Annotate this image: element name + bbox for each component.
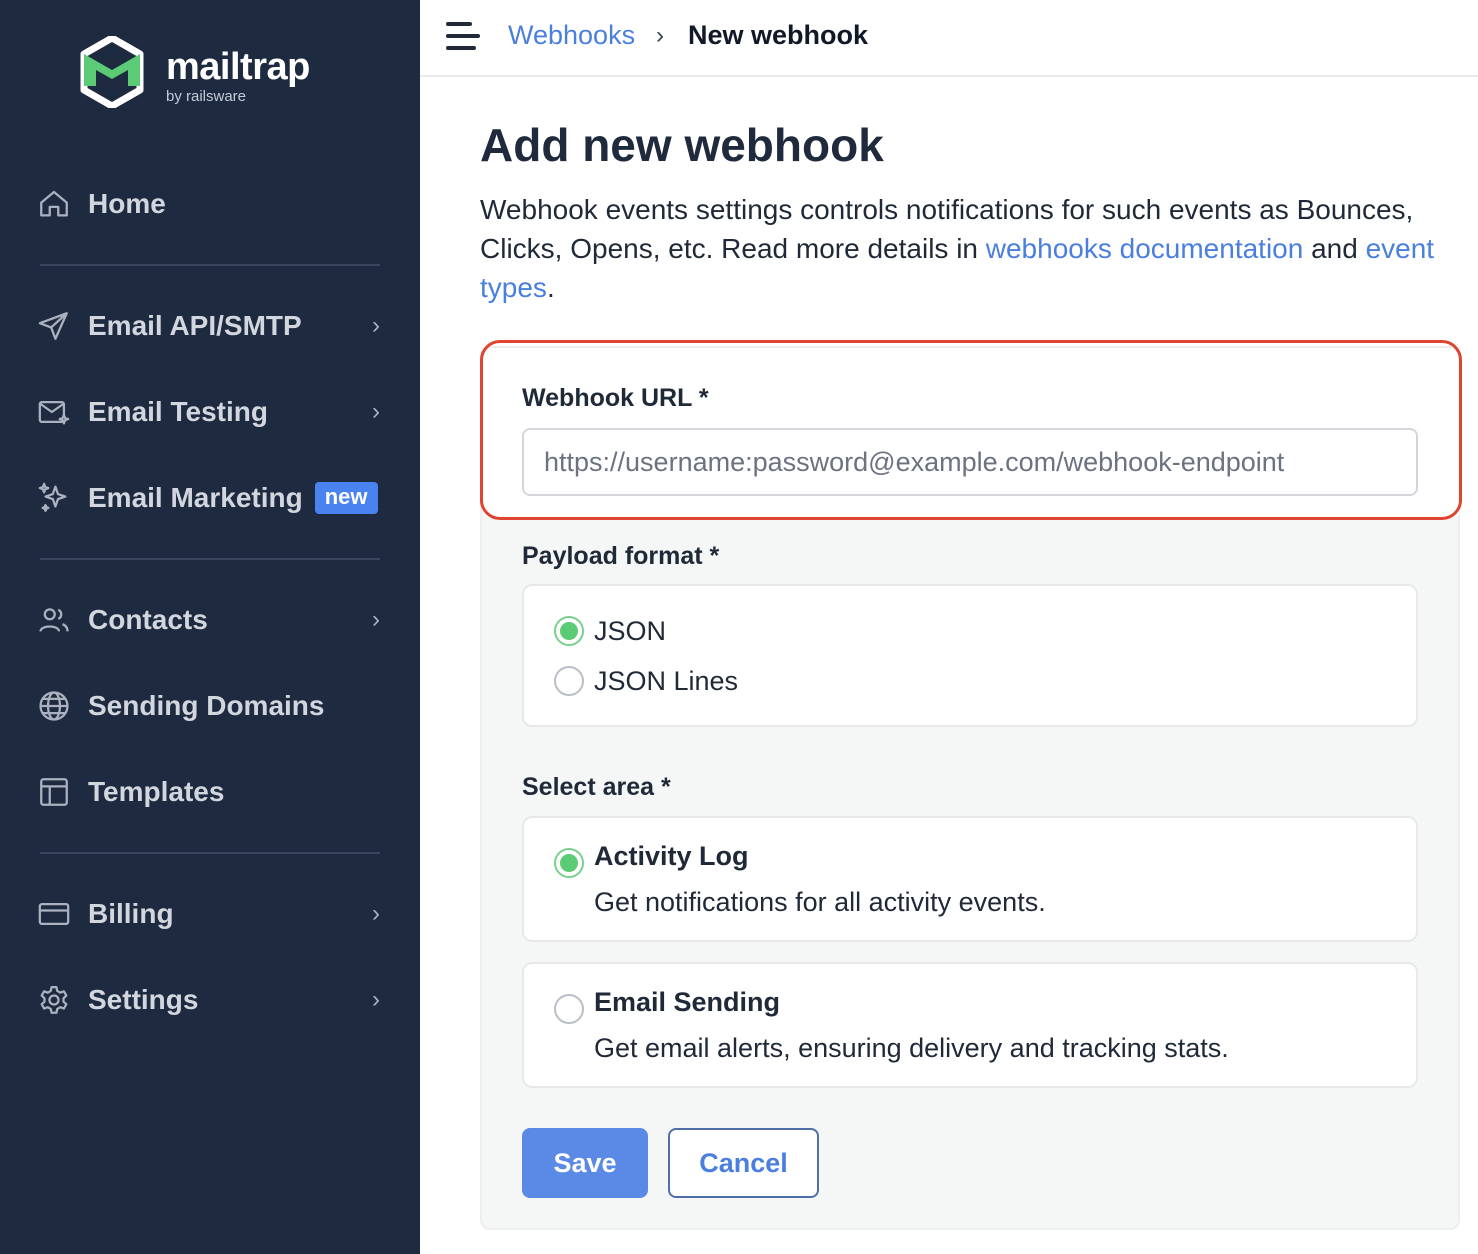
page-title: Add new webhook [480,119,884,171]
mailtrap-logo[interactable]: mailtrap by railsware [80,36,310,108]
webhook-url-input[interactable] [522,428,1418,496]
area-email-sending-description: Get email alerts, ensuring delivery and … [594,1033,1229,1063]
sidebar-item-email-testing[interactable]: Email Testing › [36,384,384,440]
cancel-button[interactable]: Cancel [668,1128,819,1198]
sidebar-item-label: Home [88,188,166,219]
brand-byline: by railsware [166,88,247,105]
sidebar-item-label: Sending Domains [88,690,325,721]
sidebar-item-contacts[interactable]: Contacts › [36,592,384,648]
template-icon [36,774,72,810]
webhook-url-label: Webhook URL * [522,384,709,412]
area-option-activity-log[interactable] [522,816,1418,942]
globe-icon [36,688,72,724]
payload-format-label: Payload format * [522,542,720,570]
sidebar: mailtrap by railsware Home Email API/SMT… [0,0,420,1254]
save-button[interactable]: Save [522,1128,648,1198]
sidebar-divider [40,852,380,854]
sidebar-item-billing[interactable]: Billing › [36,886,384,942]
envelope-sparkle-icon [36,394,72,430]
payload-json-radio[interactable] [554,616,584,646]
intro-text-part: and [1303,233,1366,264]
sidebar-item-templates[interactable]: Templates [36,764,384,820]
area-activity-log-radio[interactable] [554,848,584,878]
sidebar-divider [40,558,380,560]
home-icon [36,186,72,222]
mailtrap-logo-icon [80,36,144,108]
payload-format-group [522,584,1418,727]
select-area-label: Select area * [522,773,671,801]
gear-icon [36,982,72,1018]
sidebar-item-label: Email API/SMTP [88,310,302,341]
area-email-sending-title: Email Sending [594,987,781,1017]
chevron-right-icon: › [372,900,380,927]
payload-json-lines-label[interactable]: JSON Lines [594,666,738,697]
area-activity-log-description: Get notifications for all activity event… [594,887,1046,917]
sidebar-divider [40,264,380,266]
payload-json-lines-radio[interactable] [554,666,584,696]
send-icon [36,308,72,344]
users-icon [36,602,72,638]
sidebar-item-label: Templates [88,776,225,807]
brand-name: mailtrap [166,46,310,88]
breadcrumb-webhooks-link[interactable]: Webhooks [508,20,635,51]
area-option-email-sending[interactable] [522,962,1418,1088]
sparkles-icon [36,480,72,516]
sidebar-item-email-api-smtp[interactable]: Email API/SMTP › [36,298,384,354]
sidebar-item-label: Email Marketing [88,482,303,513]
sidebar-item-label: Email Testing [88,396,268,427]
top-bar: Webhooks › New webhook [420,0,1478,77]
breadcrumb-separator-icon: › [656,22,664,49]
area-email-sending-radio[interactable] [554,994,584,1024]
chevron-right-icon: › [372,398,380,425]
credit-card-icon [36,896,72,932]
new-badge: new [314,482,378,514]
intro-text: Webhook events settings controls notific… [480,190,1460,307]
sidebar-item-home[interactable]: Home [36,176,384,232]
menu-toggle-icon[interactable] [446,22,480,52]
webhooks-documentation-link[interactable]: webhooks documentation [986,233,1304,264]
chevron-right-icon: › [372,986,380,1013]
area-activity-log-title: Activity Log [594,841,749,871]
intro-text-part: . [546,272,555,303]
chevron-right-icon: › [372,312,380,339]
payload-json-label[interactable]: JSON [594,616,666,647]
sidebar-item-label: Settings [88,984,199,1015]
breadcrumb-current: New webhook [688,20,869,50]
sidebar-item-sending-domains[interactable]: Sending Domains [36,678,384,734]
sidebar-item-settings[interactable]: Settings › [36,972,384,1028]
chevron-right-icon: › [372,606,380,633]
sidebar-item-label: Billing [88,898,174,929]
sidebar-item-email-marketing[interactable]: Email Marketing new [36,470,384,526]
sidebar-item-label: Contacts [88,604,208,635]
